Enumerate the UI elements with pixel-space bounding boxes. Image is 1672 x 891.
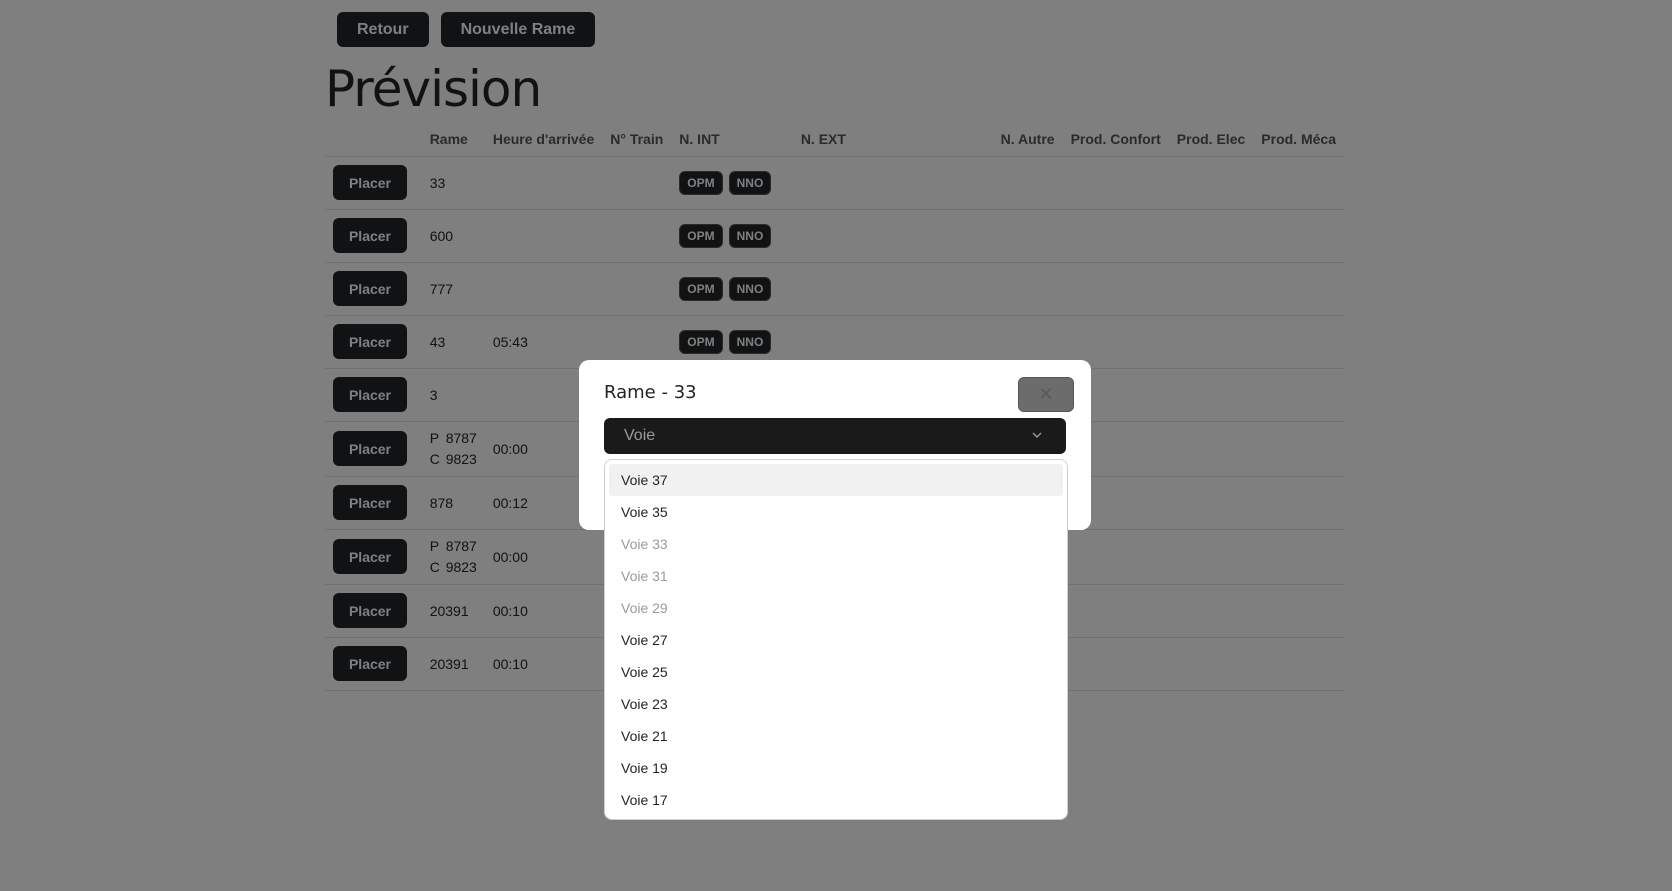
voie-option[interactable]: Voie 27 [609,624,1063,656]
voie-dropdown-list: Voie 37 Voie 35 Voie 33 Voie 31 Voie 29 Voie … [604,459,1068,820]
voie-option: Voie 31 [621,568,668,584]
voie-option[interactable]: Voie 17 [609,784,1063,816]
voie-option: Voie 33 [621,536,668,552]
voie-option[interactable]: Voie 35 [609,496,1063,528]
chevron-down-icon [1032,432,1042,438]
voie-option[interactable]: Voie 21 [609,720,1063,752]
close-icon: ✕ [1038,384,1054,404]
voie-select-placeholder: Voie [624,427,656,444]
modal-title: Rame - 33 [604,382,697,403]
close-button[interactable]: ✕ [1018,377,1074,412]
voie-option[interactable]: Voie 37 [609,464,1063,496]
voie-option[interactable]: Voie 19 [609,752,1063,784]
voie-select[interactable]: Voie [604,418,1066,454]
voie-option[interactable]: Voie 25 [609,656,1063,688]
voie-option: Voie 29 [621,600,668,616]
voie-option[interactable]: Voie 23 [609,688,1063,720]
